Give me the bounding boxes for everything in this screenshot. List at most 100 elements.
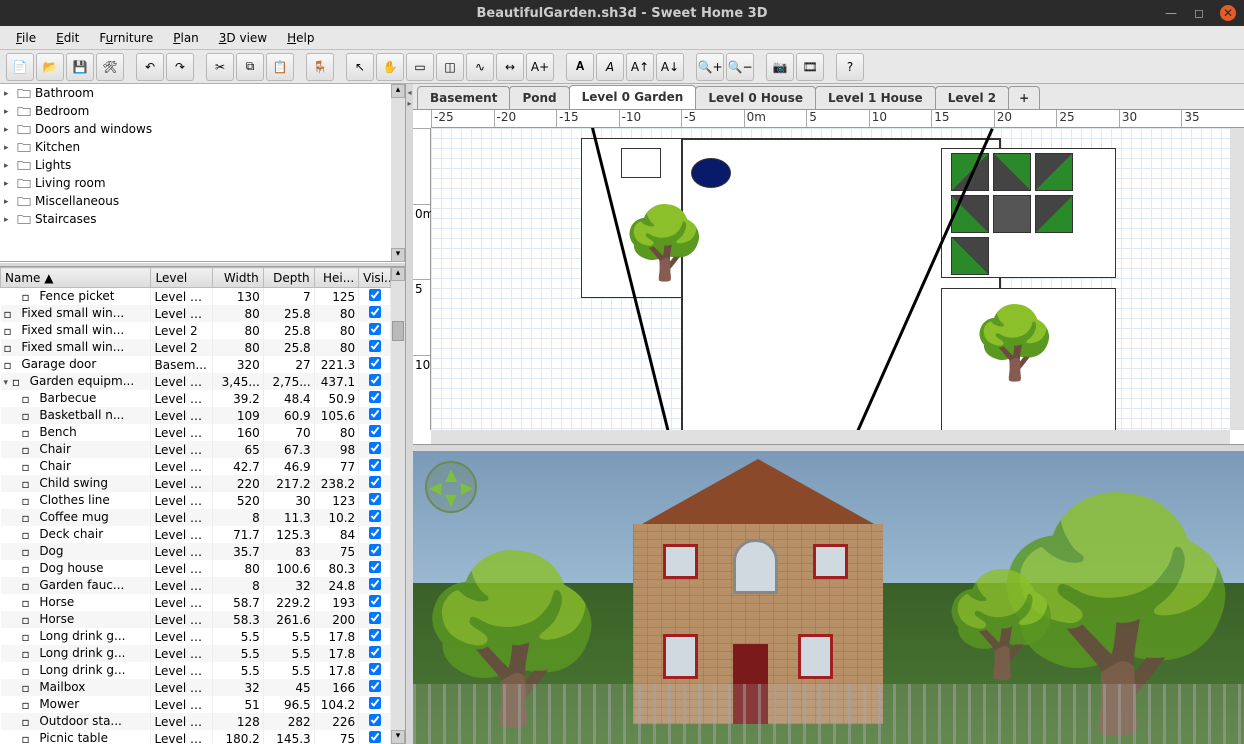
- furniture-row[interactable]: ▫ Long drink g...Level 0 ...5.55.517.8: [1, 662, 391, 679]
- zoom-in-button[interactable]: 🔍+: [696, 53, 724, 81]
- row-visible[interactable]: [359, 288, 391, 306]
- minimize-icon[interactable]: —: [1164, 6, 1178, 20]
- visibility-checkbox[interactable]: [369, 306, 381, 318]
- undo-button[interactable]: ↶: [136, 53, 164, 81]
- visibility-checkbox[interactable]: [369, 731, 381, 743]
- create-text-button[interactable]: A+: [526, 53, 554, 81]
- open-file-button[interactable]: 📂: [36, 53, 64, 81]
- furniture-row[interactable]: ▫ Picnic tableLevel 0 ...180.2145.375: [1, 730, 391, 744]
- row-visible[interactable]: [359, 390, 391, 407]
- furniture-row[interactable]: ▫ Garden fauc...Level 0 ...83224.8: [1, 577, 391, 594]
- cut-button[interactable]: ✂: [206, 53, 234, 81]
- row-visible[interactable]: [359, 611, 391, 628]
- catalog-category[interactable]: ▸Kitchen: [0, 138, 391, 156]
- row-visible[interactable]: [359, 594, 391, 611]
- visibility-checkbox[interactable]: [369, 663, 381, 675]
- expander-icon[interactable]: ▸: [4, 179, 13, 188]
- plan-canvas[interactable]: 🌳 🌳: [431, 128, 1230, 430]
- furniture-row[interactable]: ▫ ChairLevel 0 ...6567.398: [1, 441, 391, 458]
- level-tab[interactable]: Basement: [417, 86, 510, 109]
- furniture-list[interactable]: Name ▲LevelWidthDepthHei...Visi... ▫ Fen…: [0, 267, 391, 744]
- text-dec-button[interactable]: A↓: [656, 53, 684, 81]
- row-visible[interactable]: [359, 356, 391, 373]
- catalog-category[interactable]: ▸Staircases: [0, 210, 391, 228]
- visibility-checkbox[interactable]: [369, 612, 381, 624]
- plan-scrollbar-horizontal[interactable]: [431, 430, 1230, 444]
- furniture-row[interactable]: ▫ Long drink g...Level 0 ...5.55.517.8: [1, 628, 391, 645]
- 3d-view[interactable]: ▲ ▼ ◀ ▶ 🌳 🌳 🌳: [413, 451, 1244, 744]
- visibility-checkbox[interactable]: [369, 527, 381, 539]
- expander-icon[interactable]: ▸: [4, 89, 13, 98]
- catalog-category[interactable]: ▸Lights: [0, 156, 391, 174]
- row-visible[interactable]: [359, 373, 391, 390]
- plan-view[interactable]: -25-20-15-10-50m5101520253035 0m510 🌳 🌳: [413, 110, 1244, 445]
- close-icon[interactable]: ✕: [1220, 5, 1236, 21]
- catalog-category[interactable]: ▸Doors and windows: [0, 120, 391, 138]
- text-inc-button[interactable]: A↑: [626, 53, 654, 81]
- help-button[interactable]: ?: [836, 53, 864, 81]
- visibility-checkbox[interactable]: [369, 408, 381, 420]
- expander-icon[interactable]: ▸: [4, 143, 13, 152]
- create-photo-button[interactable]: 📷: [766, 53, 794, 81]
- menu-file[interactable]: File: [8, 29, 44, 47]
- row-visible[interactable]: [359, 560, 391, 577]
- visibility-checkbox[interactable]: [369, 578, 381, 590]
- furniture-row[interactable]: ▫ DogLevel 0 ...35.78375: [1, 543, 391, 560]
- row-visible[interactable]: [359, 577, 391, 594]
- furniture-row[interactable]: ▫ MowerLevel 0 ...5196.5104.2: [1, 696, 391, 713]
- furniture-row[interactable]: ▫ Fence picketLevel 0 ...1307125: [1, 288, 391, 306]
- menu-plan[interactable]: Plan: [165, 29, 207, 47]
- visibility-checkbox[interactable]: [369, 561, 381, 573]
- create-rooms-button[interactable]: ◫: [436, 53, 464, 81]
- level-tab[interactable]: Level 0 House: [695, 86, 816, 109]
- catalog-scrollbar[interactable]: ▴▾: [391, 84, 405, 262]
- text-bold-button[interactable]: 𝐀: [566, 53, 594, 81]
- furniture-row[interactable]: ▫ MailboxLevel 0 ...3245166: [1, 679, 391, 696]
- expand-right-icon[interactable]: ▸: [407, 99, 411, 108]
- level-tab[interactable]: Level 1 House: [815, 86, 936, 109]
- visibility-checkbox[interactable]: [369, 714, 381, 726]
- furniture-row[interactable]: ▫ Basketball n...Level 0 ...10960.9105.6: [1, 407, 391, 424]
- row-visible[interactable]: [359, 424, 391, 441]
- expander-icon[interactable]: ▸: [4, 215, 13, 224]
- column-header[interactable]: Hei...: [314, 268, 359, 288]
- visibility-checkbox[interactable]: [369, 544, 381, 556]
- expander-icon[interactable]: ▸: [4, 107, 13, 116]
- add-level-button[interactable]: +: [1008, 86, 1040, 109]
- row-visible[interactable]: [359, 526, 391, 543]
- furniture-row[interactable]: ▫ BenchLevel 0 ...1607080: [1, 424, 391, 441]
- maximize-icon[interactable]: ◻: [1192, 6, 1206, 20]
- expander-icon[interactable]: ▸: [4, 125, 13, 134]
- save-file-button[interactable]: 💾: [66, 53, 94, 81]
- furniture-row[interactable]: ▫ Clothes lineLevel 0 ...52030123: [1, 492, 391, 509]
- menu-edit[interactable]: Edit: [48, 29, 87, 47]
- expander-icon[interactable]: ▾: [4, 378, 9, 388]
- create-video-button[interactable]: 🎞: [796, 53, 824, 81]
- furniture-row[interactable]: ▫ Dog houseLevel 0 ...80100.680.3: [1, 560, 391, 577]
- pan-tool-button[interactable]: ✋: [376, 53, 404, 81]
- visibility-checkbox[interactable]: [369, 493, 381, 505]
- furniture-row[interactable]: ▫ Fixed small win...Level 28025.880: [1, 339, 391, 356]
- visibility-checkbox[interactable]: [369, 374, 381, 386]
- row-visible[interactable]: [359, 628, 391, 645]
- expander-icon[interactable]: ▸: [4, 197, 13, 206]
- furniture-row[interactable]: ▫ HorseLevel 0 ...58.3261.6200: [1, 611, 391, 628]
- furniture-row[interactable]: ▫ Garage doorBasem...32027221.3: [1, 356, 391, 373]
- create-dimensions-button[interactable]: ↔: [496, 53, 524, 81]
- arrow-right-icon[interactable]: ▶: [461, 478, 473, 497]
- visibility-checkbox[interactable]: [369, 357, 381, 369]
- arrow-left-icon[interactable]: ◀: [429, 478, 441, 497]
- row-visible[interactable]: [359, 509, 391, 526]
- visibility-checkbox[interactable]: [369, 510, 381, 522]
- new-file-button[interactable]: 📄: [6, 53, 34, 81]
- arrow-down-icon[interactable]: ▼: [445, 490, 457, 509]
- paste-button[interactable]: 📋: [266, 53, 294, 81]
- row-visible[interactable]: [359, 645, 391, 662]
- menu-help[interactable]: Help: [279, 29, 322, 47]
- create-walls-button[interactable]: ▭: [406, 53, 434, 81]
- furniture-scrollbar[interactable]: ▴▾: [391, 267, 405, 744]
- furniture-row[interactable]: ▫ Child swingLevel 0 ...220217.2238.2: [1, 475, 391, 492]
- furniture-row[interactable]: ▾ ▫ Garden equipm...Level 0 ...3,45...2,…: [1, 373, 391, 390]
- text-italic-button[interactable]: 𝘈: [596, 53, 624, 81]
- copy-button[interactable]: ⧉: [236, 53, 264, 81]
